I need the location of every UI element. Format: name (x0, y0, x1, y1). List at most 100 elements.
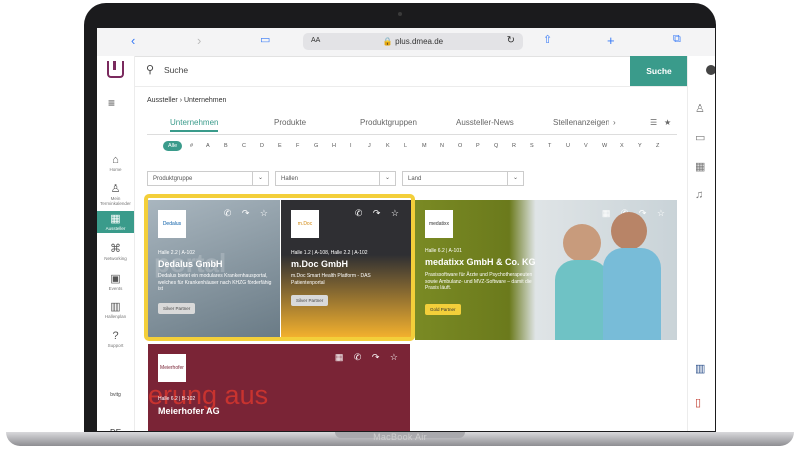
nav-exhibitors[interactable]: ▦ Aussteller (97, 211, 134, 233)
chat-icon[interactable]: ▭ (695, 131, 705, 144)
new-tab-icon[interactable]: + (607, 33, 615, 48)
alpha-letter[interactable]: Q (494, 143, 498, 149)
alpha-letter[interactable]: E (278, 143, 282, 149)
alpha-letter[interactable]: M (422, 143, 427, 149)
filter-produktgruppe[interactable]: Produktgruppe ⌄ (147, 171, 269, 186)
breadcrumb-current: Unternehmen (183, 97, 227, 104)
left-nav: ≡ ⌂ Home ♙ Mein Terminkalender ▦ Aussteller… (97, 56, 135, 431)
company-logo: medatixx (425, 210, 453, 238)
tab-aussteller-news[interactable]: Aussteller-News (456, 118, 514, 127)
profile-icon[interactable]: ♙ (695, 102, 705, 115)
alpha-letter[interactable]: B (224, 143, 228, 149)
nav-calendar[interactable]: ♙ Mein Terminkalender (97, 183, 134, 206)
breadcrumb: Aussteller › Unternehmen (147, 97, 226, 104)
tabs-icon[interactable]: ⧉ (673, 33, 681, 46)
breadcrumb-separator: › (179, 97, 183, 104)
help-icon: ? (112, 330, 119, 342)
alpha-letter[interactable]: C (242, 143, 246, 149)
browser-toolbar: ‹ › ▭ AA 🔒 plus.dmea.de ↻ ⇧ + ⧉ (97, 28, 715, 57)
alpha-letter[interactable]: T (548, 143, 551, 149)
language-switch[interactable]: DE (97, 428, 134, 431)
phone-icon[interactable]: ▯ (695, 396, 701, 409)
star-icon[interactable]: ★ (664, 118, 671, 127)
filter-land[interactable]: Land ⌄ (402, 171, 524, 186)
stats-icon[interactable]: ▥ (695, 362, 705, 375)
alpha-letter[interactable]: A (206, 143, 210, 149)
alpha-letter[interactable]: # (190, 143, 193, 149)
tab-produkte[interactable]: Produkte (274, 118, 306, 127)
reload-icon[interactable]: ↻ (507, 35, 515, 46)
laptop-model-label: MacBook Air (373, 432, 427, 442)
alpha-letter[interactable]: Y (638, 143, 642, 149)
nav-events[interactable]: ▣ Events (97, 273, 134, 291)
nav-home[interactable]: ⌂ Home (97, 154, 134, 172)
hall-info: Halle 6.2 | A-101 (425, 248, 462, 254)
exhibitor-card-meierhofer[interactable]: Meierhofer ▦ ✆ ↷ ☆ erung aus Halle 6.2 |… (148, 344, 410, 431)
search-button[interactable]: Suche (630, 56, 688, 86)
alpha-letter[interactable]: V (584, 143, 588, 149)
hall-info: Halle 6.2 | B-102 (158, 396, 196, 402)
url-text: 🔒 plus.dmea.de (382, 37, 444, 46)
partner-logo[interactable]: bvitg (97, 392, 134, 398)
card-actions[interactable]: ▦ ✆ ↷ ☆ (335, 352, 402, 363)
alpha-letter[interactable]: R (512, 143, 516, 149)
chevron-down-icon: ⌄ (379, 172, 395, 185)
person-photo (611, 212, 647, 250)
address-bar[interactable]: AA 🔒 plus.dmea.de ↻ (303, 33, 523, 50)
tab-produktgruppen[interactable]: Produktgruppen (360, 118, 417, 127)
search-icon: ⚲ (146, 64, 155, 76)
chevron-right-icon[interactable]: › (613, 118, 616, 127)
breadcrumb-parent[interactable]: Aussteller (147, 97, 178, 104)
alpha-letter[interactable]: I (350, 143, 352, 149)
alpha-letter[interactable]: O (458, 143, 462, 149)
nav-networking[interactable]: ⌘ Networking (97, 243, 134, 261)
tab-bar: Unternehmen Produkte Produktgruppen Auss… (147, 118, 677, 135)
list-view-icon[interactable]: ☰ (650, 118, 657, 127)
nav-support[interactable]: ? Support (97, 330, 134, 348)
search-bar: ⚲ Suche (134, 56, 687, 87)
nav-hallplan[interactable]: ▥ Hallenplan (97, 301, 134, 319)
calendar-icon[interactable]: ▦ (695, 160, 705, 173)
alpha-letter[interactable]: P (476, 143, 480, 149)
avatar[interactable] (706, 65, 715, 75)
back-icon[interactable]: ‹ (131, 33, 135, 48)
camera (398, 12, 402, 16)
alpha-letter[interactable]: L (404, 143, 407, 149)
person-photo (563, 224, 601, 262)
chevron-down-icon: ⌄ (507, 172, 523, 185)
alpha-letter[interactable]: X (620, 143, 624, 149)
alpha-letter[interactable]: J (368, 143, 371, 149)
app-logo[interactable] (107, 61, 124, 78)
alpha-letter[interactable]: Z (656, 143, 659, 149)
alpha-letter[interactable]: D (260, 143, 264, 149)
person-photo (603, 248, 661, 340)
company-logo: Meierhofer (158, 354, 186, 382)
alpha-letter[interactable]: U (566, 143, 570, 149)
exhibitor-card-medatixx[interactable]: medatixx ▦ ✆ ↷ ☆ Halle 6.2 | A-101 medat… (415, 200, 677, 340)
menu-icon[interactable]: ≡ (108, 96, 115, 110)
bell-icon[interactable]: ♫ (695, 189, 703, 201)
tab-stellenanzeigen[interactable]: Stellenanzeigen (553, 118, 609, 127)
screen: ‹ › ▭ AA 🔒 plus.dmea.de ↻ ⇧ + ⧉ ≡ ⌂ Home … (97, 28, 715, 431)
alpha-letter[interactable]: W (602, 143, 607, 149)
search-input[interactable]: Suche (164, 65, 188, 75)
share-icon[interactable]: ⇧ (543, 33, 552, 46)
alpha-letter[interactable]: N (440, 143, 444, 149)
forward-icon[interactable]: › (197, 33, 201, 48)
alpha-letter[interactable]: H (332, 143, 336, 149)
filter-hallen[interactable]: Hallen ⌄ (275, 171, 396, 186)
company-description: Praxissoftware für Ärzte und Psychothera… (425, 272, 533, 291)
chevron-down-icon: ⌄ (252, 172, 268, 185)
alpha-all[interactable]: Alle (163, 141, 183, 151)
calendar-icon: ▣ (110, 273, 121, 285)
alpha-letter[interactable]: F (296, 143, 299, 149)
company-name: Meierhofer AG (158, 406, 220, 416)
alpha-letter[interactable]: S (530, 143, 534, 149)
partner-badge: Gold Partner (425, 304, 461, 315)
person-photo (555, 260, 609, 340)
alpha-letter[interactable]: G (314, 143, 318, 149)
book-icon[interactable]: ▭ (260, 33, 270, 46)
alpha-letter[interactable]: K (386, 143, 390, 149)
tab-unternehmen[interactable]: Unternehmen (170, 118, 219, 132)
right-nav: ♙ ▭ ▦ ♫ ▥ ▯ (687, 56, 715, 431)
